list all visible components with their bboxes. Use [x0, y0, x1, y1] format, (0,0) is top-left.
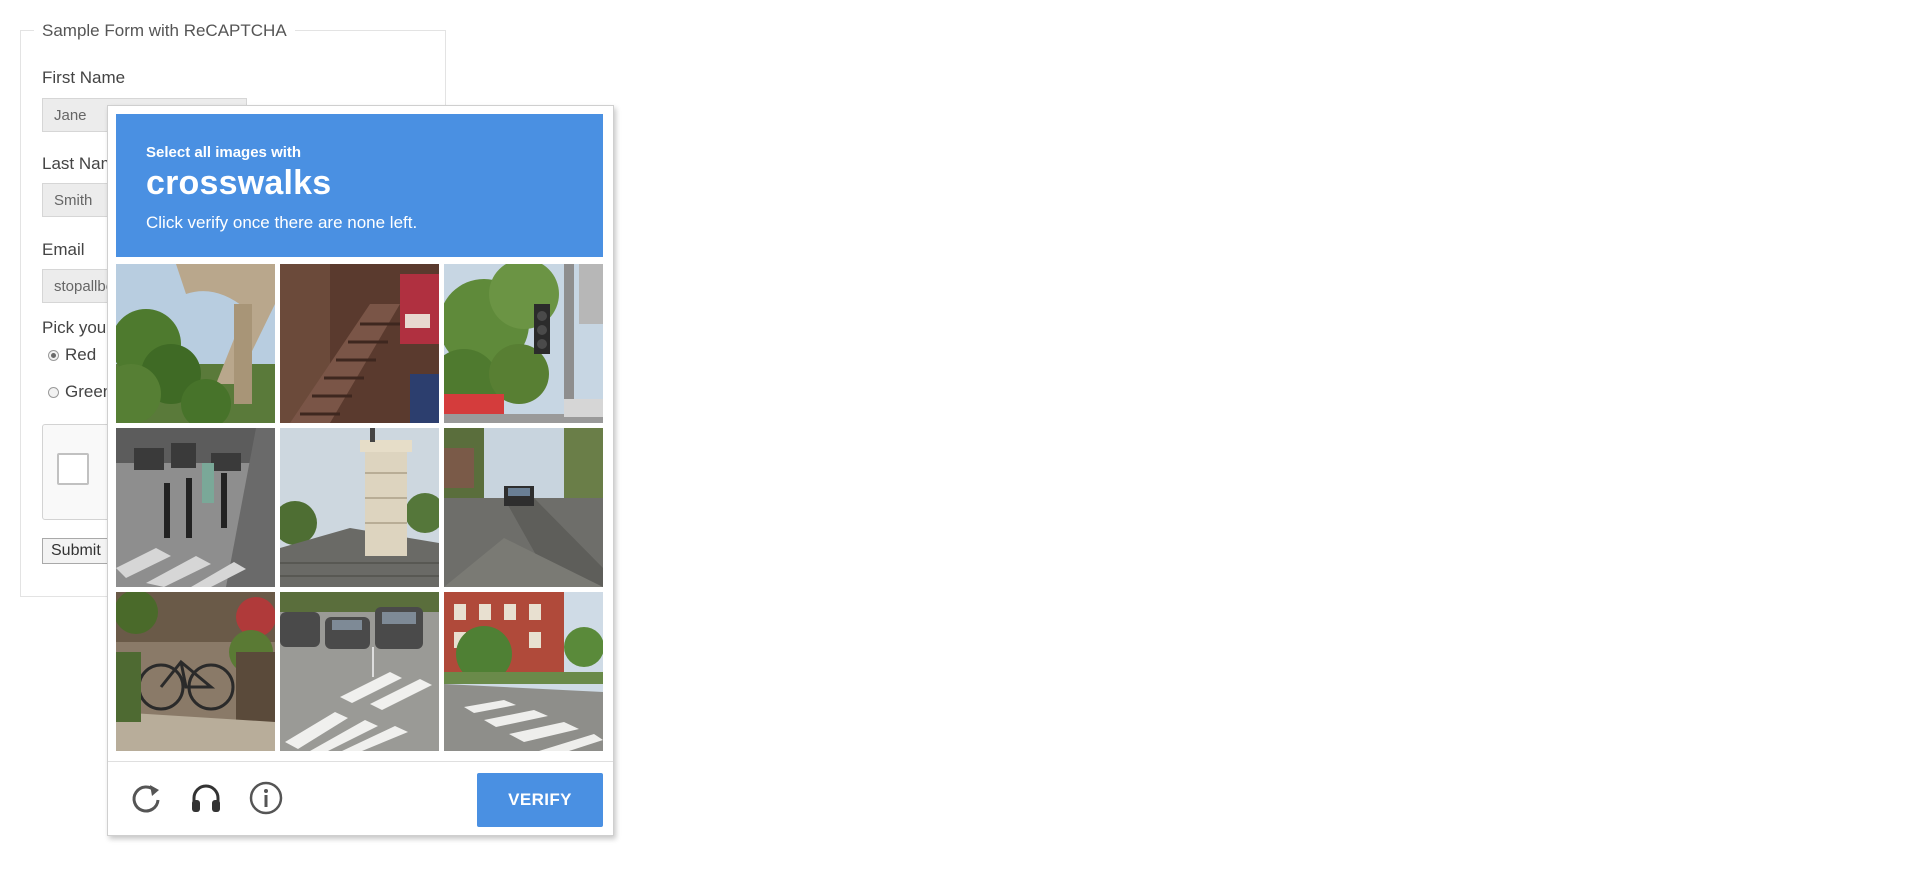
image-tile-parking-crosswalk[interactable]	[280, 592, 439, 751]
image-tile-grid	[116, 264, 603, 751]
instruction-subtext: Click verify once there are none left.	[146, 213, 418, 232]
info-icon[interactable]	[248, 780, 284, 816]
radio-label-green: Green	[65, 382, 113, 401]
image-tile-bollards-crosswalk[interactable]	[116, 428, 275, 587]
image-tile-chimney-roof[interactable]	[280, 428, 439, 587]
email-label: Email	[42, 240, 85, 259]
verify-button[interactable]: VERIFY	[477, 773, 603, 827]
reload-icon[interactable]	[128, 780, 164, 816]
form-legend: Sample Form with ReCAPTCHA	[34, 21, 295, 41]
radio-option-green[interactable]: Green	[48, 382, 112, 402]
radio-button-red[interactable]	[48, 349, 59, 361]
radio-option-red[interactable]: Red	[48, 345, 96, 365]
image-tile-brownstone-stairs[interactable]	[280, 264, 439, 423]
image-tile-brick-building[interactable]	[444, 592, 603, 751]
challenge-footer: VERIFY	[108, 761, 613, 836]
audio-headphones-icon[interactable]	[188, 780, 224, 816]
radio-label-red: Red	[65, 345, 97, 364]
instruction-text: Select all images with	[146, 144, 302, 161]
image-tile-traffic-light[interactable]	[444, 264, 603, 423]
image-tile-bridge-arch[interactable]	[116, 264, 275, 423]
recaptcha-challenge-dialog: Select all images with crosswalks Click …	[107, 105, 614, 836]
challenge-target: crosswalks	[146, 164, 332, 202]
first-name-label: First Name	[42, 68, 126, 87]
image-tile-road-car[interactable]	[444, 428, 603, 587]
image-tile-bicycles[interactable]	[116, 592, 275, 751]
challenge-header: Select all images with crosswalks Click …	[116, 114, 603, 257]
page: Sample Form with ReCAPTCHA First Name La…	[0, 0, 1920, 888]
recaptcha-checkbox[interactable]	[57, 453, 89, 485]
radio-button-green[interactable]	[48, 386, 59, 398]
